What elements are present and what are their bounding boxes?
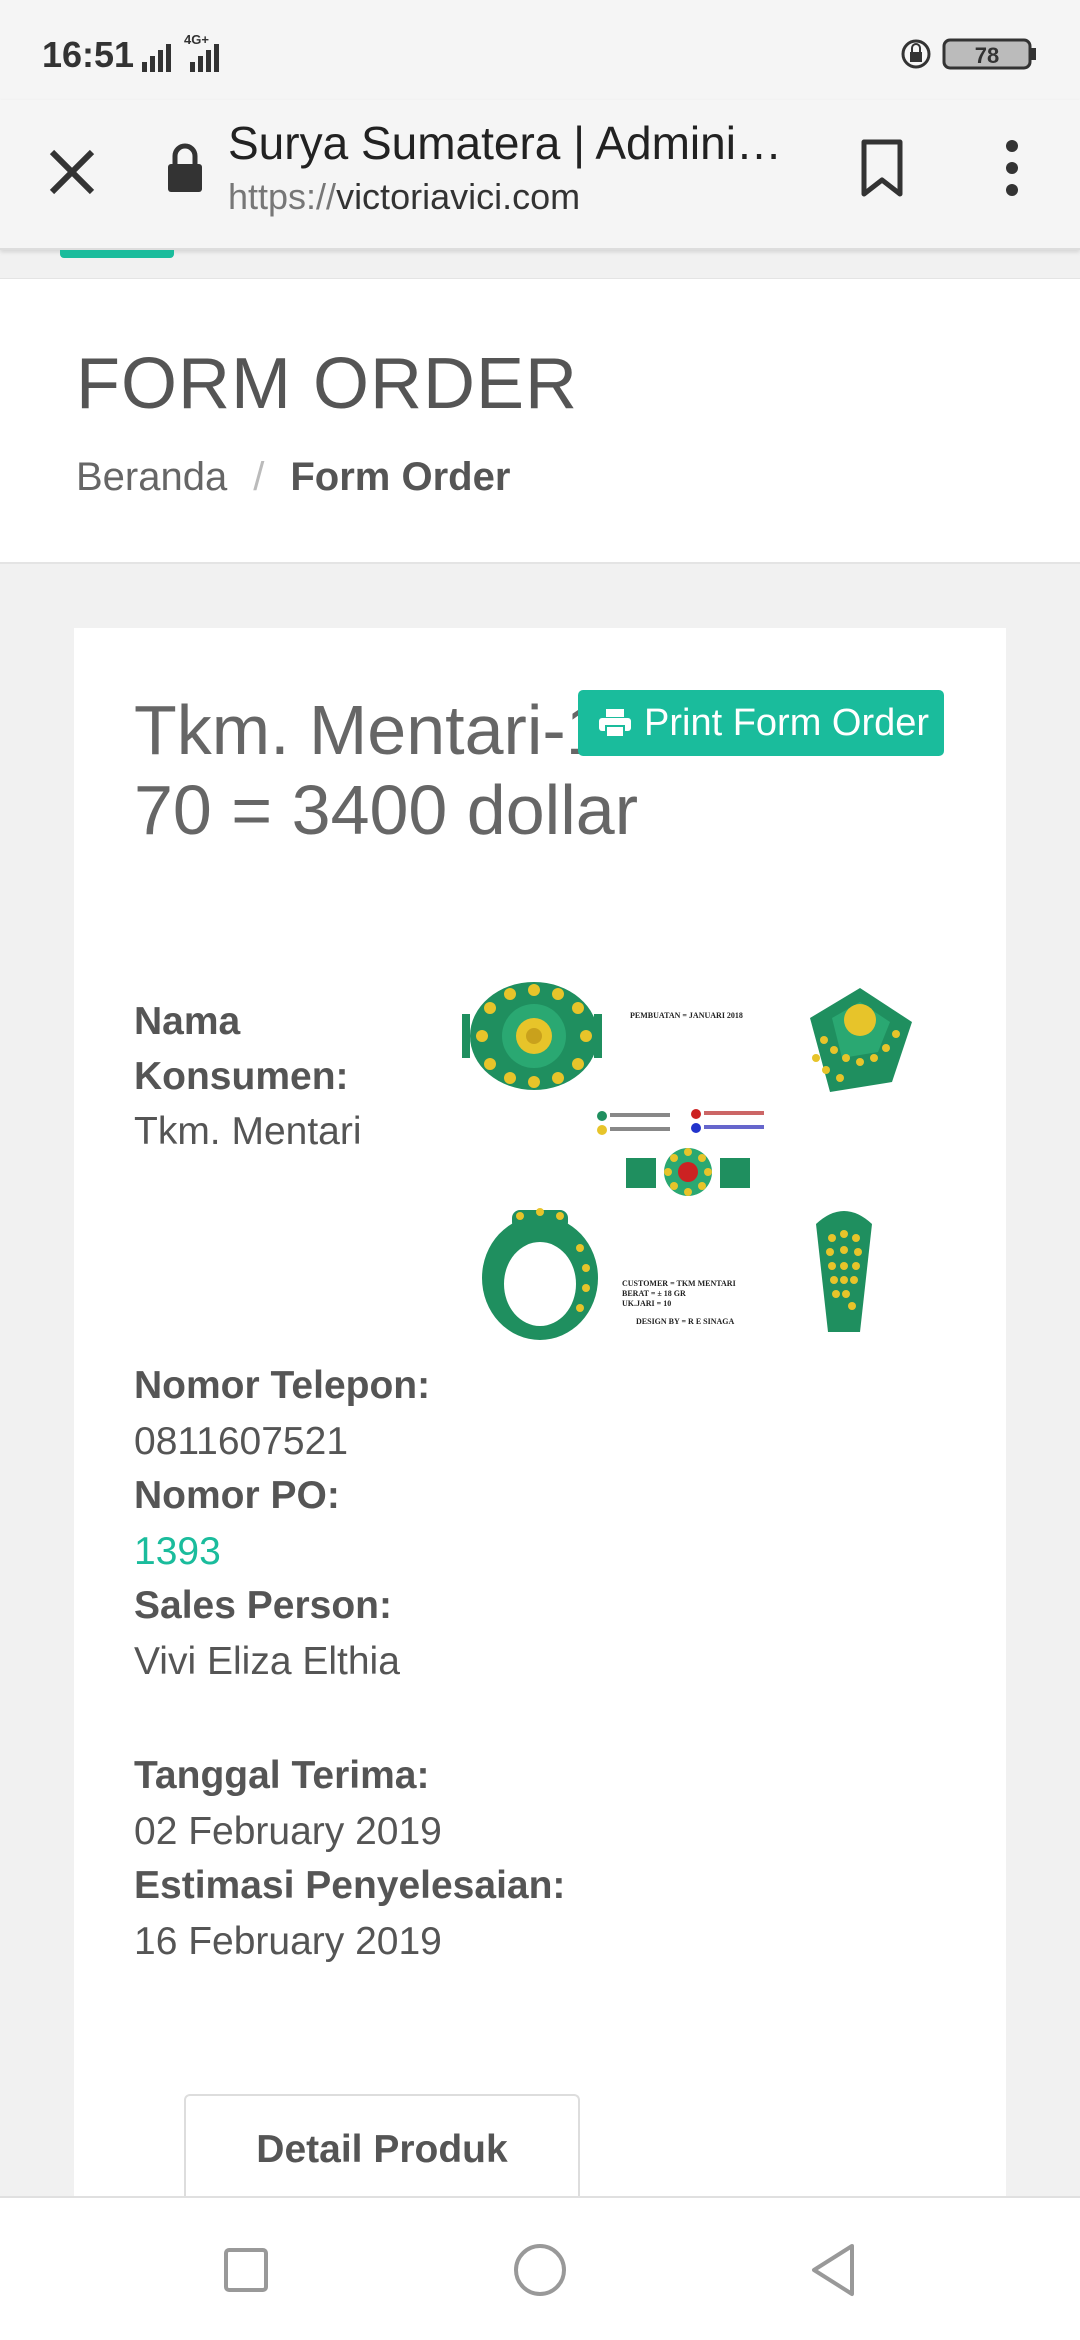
- nav-indicator: [60, 250, 174, 258]
- design-header-text: PEMBUATAN = JANUARI 2018: [630, 1011, 743, 1020]
- breadcrumb-current: Form Order: [290, 455, 511, 499]
- design-weight-text: BERAT = ± 18 GR: [622, 1289, 686, 1298]
- estimate-date-value: 16 February 2019: [134, 1920, 442, 1963]
- url-host: victoriavici.com: [336, 176, 581, 217]
- estimate-date-label: Estimasi Penyelesaian:: [134, 1864, 566, 1907]
- sales-value: Vivi Eliza Elthia: [134, 1640, 400, 1683]
- print-form-order-button[interactable]: Print Form Order: [578, 690, 944, 756]
- home-icon[interactable]: [508, 2238, 572, 2302]
- customer-label: Nama Konsumen:: [134, 1000, 349, 1098]
- bookmark-icon[interactable]: [856, 136, 908, 200]
- browser-toolbar: Surya Sumatera | Admini… https://victori…: [0, 100, 1080, 250]
- page-heading: FORM ORDER: [76, 344, 578, 424]
- design-size-text: UK.JARI = 10: [622, 1299, 671, 1308]
- tab-detail-produk-label: Detail Produk: [256, 2128, 508, 2171]
- design-by-text: DESIGN BY = R E SINAGA: [636, 1317, 735, 1326]
- system-nav-bar: [0, 2196, 1080, 2340]
- lock-icon[interactable]: [166, 142, 204, 194]
- tab-detail-produk[interactable]: Detail Produk: [184, 2094, 580, 2204]
- po-link[interactable]: 1393: [134, 1524, 221, 1579]
- po-label: Nomor PO:: [134, 1474, 340, 1517]
- battery-icon: 78: [901, 38, 1036, 70]
- page-header: FORM ORDER Beranda / Form Order: [0, 278, 1080, 564]
- status-time: 16:51: [42, 34, 135, 75]
- printer-icon: [599, 709, 631, 738]
- print-form-order-label: Print Form Order: [644, 701, 930, 744]
- received-date-label: Tanggal Terima:: [134, 1754, 430, 1797]
- breadcrumb-home[interactable]: Beranda: [76, 455, 227, 499]
- phone-value: 0811607521: [134, 1420, 349, 1463]
- signal-icon: 4G+: [142, 34, 219, 72]
- back-icon[interactable]: [802, 2238, 866, 2302]
- breadcrumb-separator: /: [253, 455, 265, 499]
- phone-label: Nomor Telepon:: [134, 1364, 431, 1407]
- recents-icon[interactable]: [214, 2238, 278, 2302]
- battery-level: 78: [975, 43, 999, 68]
- status-bar: 16:51 4G+ 78: [0, 0, 1080, 100]
- close-icon[interactable]: [40, 140, 104, 204]
- customer-value: Tkm. Mentari: [134, 1110, 362, 1153]
- page-url[interactable]: https://victoriavici.com: [228, 176, 580, 218]
- url-scheme: https://: [228, 176, 337, 217]
- breadcrumb: Beranda / Form Order: [76, 455, 510, 500]
- sales-label: Sales Person:: [134, 1584, 392, 1627]
- design-customer-text: CUSTOMER = TKM MENTARI: [622, 1279, 736, 1288]
- network-type-label: 4G+: [184, 34, 209, 47]
- order-card: Tkm. Mentari-1393-Poin 70 = 3400 dollar …: [74, 628, 1006, 2204]
- ring-design-image[interactable]: PEMBUATAN = JANUARI 2018 CUSTOMER = TKM …: [460, 978, 940, 1358]
- page-title[interactable]: Surya Sumatera | Admini…: [228, 116, 788, 170]
- received-date-value: 02 February 2019: [134, 1810, 442, 1853]
- more-options-icon[interactable]: [988, 136, 1036, 200]
